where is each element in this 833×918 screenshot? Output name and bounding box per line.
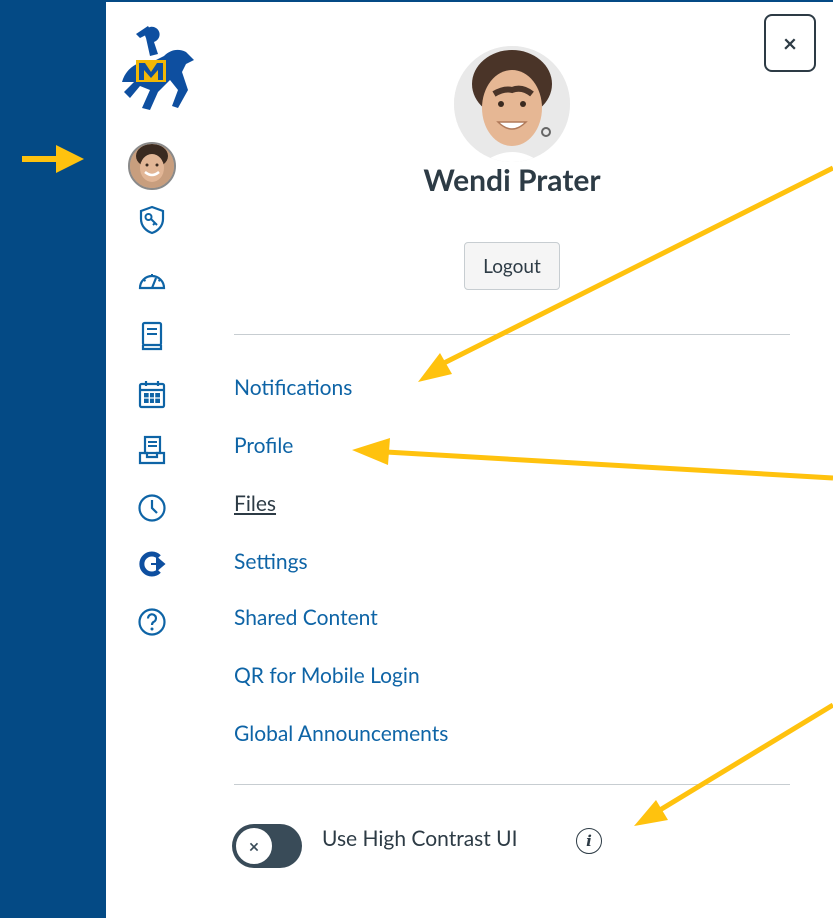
user-name: Wendi Prater	[423, 162, 601, 198]
menu-link-qr-mobile-login[interactable]: QR for Mobile Login	[234, 662, 420, 690]
menu-link-shared-content[interactable]: Shared Content	[234, 604, 378, 632]
tray-edge	[828, 2, 833, 918]
history-icon[interactable]	[136, 492, 168, 524]
commons-icon[interactable]	[136, 548, 168, 580]
menu-link-settings[interactable]: Settings	[234, 548, 308, 576]
profile-avatar	[454, 46, 570, 162]
toggle-off-icon: ×	[234, 826, 274, 866]
divider	[234, 334, 790, 335]
calendar-icon[interactable]	[136, 378, 168, 410]
courses-icon[interactable]	[136, 320, 168, 352]
divider	[234, 784, 790, 785]
account-avatar[interactable]	[128, 142, 176, 190]
help-icon[interactable]	[136, 606, 168, 638]
annotation-arrow	[22, 145, 84, 173]
close-icon: ×	[783, 28, 797, 58]
high-contrast-label: Use High Contrast UI	[322, 826, 518, 851]
global-nav	[106, 2, 202, 918]
menu-link-global-announcements[interactable]: Global Announcements	[234, 720, 448, 748]
close-button[interactable]: ×	[764, 14, 816, 72]
dashboard-icon[interactable]	[136, 264, 168, 296]
inbox-icon[interactable]	[136, 434, 168, 466]
school-logo[interactable]	[112, 20, 196, 120]
logout-button[interactable]: Logout	[464, 242, 560, 290]
high-contrast-toggle[interactable]: ×	[232, 824, 302, 868]
info-icon[interactable]: i	[576, 828, 602, 854]
menu-link-notifications[interactable]: Notifications	[234, 374, 352, 402]
menu-link-files[interactable]: Files	[234, 490, 276, 518]
admin-icon[interactable]	[136, 204, 168, 236]
menu-link-profile[interactable]: Profile	[234, 432, 293, 460]
account-tray: × Wendi Prater Logout Notifications Prof…	[196, 2, 828, 918]
